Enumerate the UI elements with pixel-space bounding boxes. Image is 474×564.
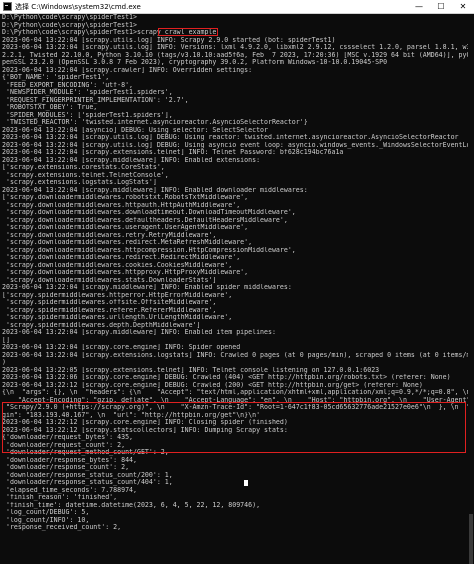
console-line: D:\Python\code\scrapy\spiderTest1>scrapy… [2, 29, 217, 36]
console-line: 'finish_reason': 'finished', [2, 494, 118, 501]
console-line: 2023-06-04 13:22:12 [scrapy.core.engine]… [2, 381, 423, 389]
console-line: 2023-06-04 13:22:04 [scrapy.extensions.l… [2, 351, 468, 359]
console-line: 'scrapy.downloadermiddlewares.httpproxy.… [2, 269, 249, 276]
window-title: 选择 C:\Windows\system32\cmd.exe [15, 2, 141, 11]
console-line: {'BOT_NAME': 'spiderTest1', [2, 74, 110, 81]
console-line: 'TWISTED_REACTOR': 'twisted.internet.asy… [2, 119, 308, 126]
text-cursor [244, 480, 248, 486]
console-line: D:\Python\code\scrapy\spiderTest1> [2, 21, 137, 29]
console-line: 2023-06-04 13:22:05 [scrapy.extensions.t… [2, 366, 380, 374]
console-line: 'REQUEST_FINGERPRINTER_IMPLEMENTATION': … [2, 96, 189, 104]
console-line: ['scrapy.downloadermiddlewares.robotstxt… [2, 194, 249, 201]
command-highlight-box [158, 28, 218, 36]
console-line: 2023-06-04 13:22:04 [scrapy.utils.log] I… [2, 36, 336, 44]
console-line: 2023-06-04 13:22:04 [scrapy.utils.log] D… [2, 141, 468, 149]
console-line: {\n "args": {}, \n "headers": {\n "Accep… [2, 389, 468, 396]
console-line: 'response_received_count': 2, [2, 524, 122, 531]
console-line: 2.2.1, Twisted 22.10.0, Python 3.10.10 (… [2, 51, 468, 59]
console-line: 'scrapy.downloadermiddlewares.httpauth.H… [2, 201, 241, 209]
console-output[interactable]: D:\Python\code\scrapy\spiderTest1> D:\Pyt… [0, 14, 468, 554]
console-line: ) [2, 359, 6, 366]
console-line: 'scrapy.spidermiddlewares.offsite.Offsit… [2, 299, 217, 306]
console-line: 'scrapy.downloadermiddlewares.redirect.M… [2, 239, 253, 246]
scrollbar-thumb[interactable] [469, 514, 473, 564]
console-line: 'scrapy.downloadermiddlewares.useragent.… [2, 224, 249, 231]
console-line: 2023-06-04 13:22:04 [scrapy.utils.log] D… [2, 134, 459, 141]
console-line: 'scrapy.downloadermiddlewares.stats.Down… [2, 276, 217, 284]
console-line: ['scrapy.spidermiddlewares.httperror.Htt… [2, 291, 233, 299]
console-line: 2023-06-04 13:22:04 [scrapy.core.engine]… [2, 344, 241, 351]
console-line: 'scrapy.downloadermiddlewares.redirect.R… [2, 254, 241, 261]
console-line: 2023-06-04 13:22:04 [scrapy.middleware] … [2, 284, 292, 291]
console-line: 'scrapy.extensions.telnet.TelnetConsole'… [2, 171, 169, 179]
console-line: 'scrapy.downloadermiddlewares.retry.Retr… [2, 231, 217, 239]
console-line: 2023-06-04 13:22:04 [scrapy.extensions.t… [2, 149, 344, 156]
console-line: 'downloader/response_status_count/200': … [2, 471, 173, 479]
console-line: D:\Python\code\scrapy\spiderTest1> [2, 14, 137, 21]
console-line: 'scrapy.downloadermiddlewares.defaulthea… [2, 216, 288, 224]
console-line: 'elapsed_time_seconds': 7.788974, [2, 486, 137, 494]
console-line: 'log_count/INFO': 10, [2, 516, 90, 524]
console-line: 2023-06-04 13:22:04 [scrapy.utils.log] I… [2, 44, 468, 51]
console-line: 'NEWSPIDER_MODULE': 'spiderTest1.spiders… [2, 89, 173, 96]
maximize-button[interactable]: ☐ [430, 0, 452, 14]
console-line: penSSL 23.2.0 (OpenSSL 3.0.8 7 Feb 2023)… [2, 59, 388, 66]
console-line: 'finish_time': datetime.datetime(2023, 6… [2, 501, 261, 509]
console-line: 'log_count/DEBUG': 5, [2, 509, 90, 516]
console-line: 'downloader/response_count': 2, [2, 464, 130, 471]
console-line: 2023-06-04 13:22:04 [scrapy.crawler] INF… [2, 66, 253, 74]
minimize-button[interactable]: — [408, 0, 430, 14]
console-line: [] [2, 336, 10, 344]
console-line: 'scrapy.downloadermiddlewares.downloadti… [2, 209, 296, 216]
window-titlebar[interactable]: 选择 C:\Windows\system32\cmd.exe — ☐ ✕ [0, 0, 474, 14]
console-line: 2023-06-04 13:22:06 [scrapy.core.engine]… [2, 374, 451, 381]
response-highlight-box [2, 402, 466, 453]
console-line: 'downloader/response_status_count/404': … [2, 479, 173, 486]
console-line: 2023-06-04 13:22:04 [asyncio] DEBUG: Usi… [2, 126, 268, 134]
console-line: 'SPIDER_MODULES': ['spiderTest1.spiders'… [2, 111, 173, 119]
console-line: ['scrapy.extensions.corestats.CoreStats'… [2, 164, 165, 171]
console-line: 'scrapy.extensions.logstats.LogStats'] [2, 179, 157, 186]
close-button[interactable]: ✕ [452, 0, 474, 14]
console-line: 2023-06-04 13:22:04 [scrapy.middleware] … [2, 186, 308, 194]
console-line: 2023-06-04 13:22:04 [scrapy.middleware] … [2, 329, 276, 336]
console-line: 'ROBOTSTXT_OBEY': True, [2, 104, 98, 111]
console-line: 'scrapy.downloadermiddlewares.cookies.Co… [2, 261, 233, 269]
console-line: 2023-06-04 13:22:04 [scrapy.middleware] … [2, 156, 261, 164]
console-line: 'FEED_EXPORT_ENCODING': 'utf-8', [2, 81, 134, 89]
console-line: 'scrapy.spidermiddlewares.referer.Refere… [2, 306, 217, 314]
cmd-app-icon [3, 2, 12, 11]
console-line: 'scrapy.spidermiddlewares.depth.DepthMid… [2, 321, 201, 329]
console-line: 'scrapy.spidermiddlewares.urllength.UrlL… [2, 314, 233, 321]
console-line: 'scrapy.downloadermiddlewares.httpcompre… [2, 246, 296, 254]
vertical-scrollbar[interactable] [468, 14, 474, 564]
console-line: 'downloader/response_bytes': 844, [2, 456, 137, 464]
